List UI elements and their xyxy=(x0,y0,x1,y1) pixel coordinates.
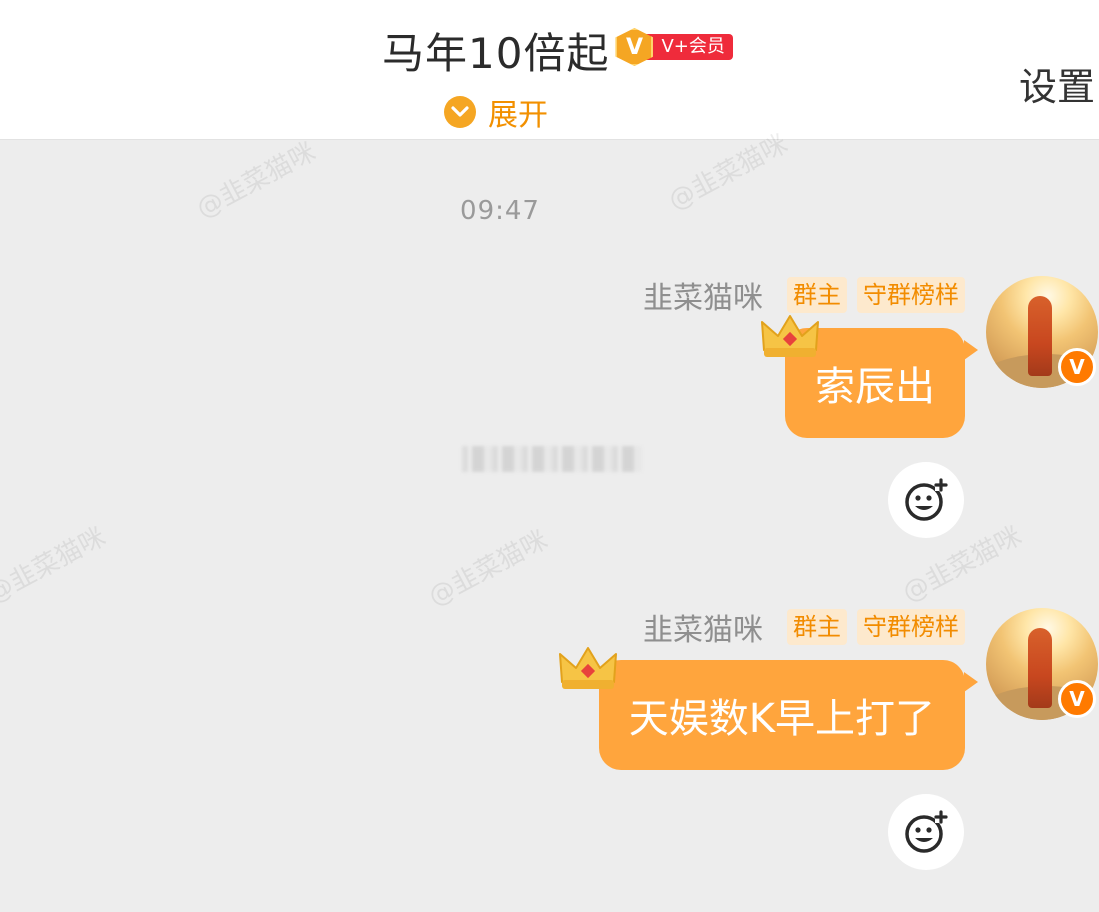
add-reaction-icon xyxy=(905,478,948,521)
message-meta: 韭菜猫咪 群主 守群榜样 xyxy=(643,273,965,317)
chat-message: 韭菜猫咪 群主 守群榜样 V 索辰出 xyxy=(0,273,1099,538)
role-tag-owner: 群主 xyxy=(787,609,847,645)
settings-button[interactable]: 设置 xyxy=(1019,56,1095,111)
group-title: 马年10倍起 xyxy=(382,28,610,78)
add-reaction-icon xyxy=(905,810,948,853)
message-bubble[interactable]: 天娱数K早上打了 xyxy=(598,660,965,770)
add-reaction-button[interactable] xyxy=(888,794,964,870)
bubble-tail xyxy=(964,340,978,360)
role-tag-exemplar: 守群榜样 xyxy=(857,277,965,313)
chat-message: 韭菜猫咪 群主 守群榜样 V 天娱数K早上打了 xyxy=(0,608,1099,878)
message-meta: 韭菜猫咪 群主 守群榜样 xyxy=(643,605,965,649)
message-text: 天娱数K早上打了 xyxy=(628,696,935,742)
vip-badge-label: V+会员 xyxy=(639,34,733,60)
expand-button[interactable]: 展开 xyxy=(444,94,548,133)
chat-header: 马年10倍起 V V+会员 展开 设置 xyxy=(0,0,1099,140)
add-reaction-button[interactable] xyxy=(888,462,964,538)
role-tag-owner: 群主 xyxy=(787,277,847,313)
expand-label: 展开 xyxy=(488,98,548,133)
chat-screen: 马年10倍起 V V+会员 展开 设置 @韭菜猫咪 @韭菜猫咪 @韭菜猫咪 @韭… xyxy=(0,0,1099,912)
role-tag-exemplar: 守群榜样 xyxy=(857,609,965,645)
message-timestamp: 09:47 xyxy=(460,196,540,226)
crown-icon xyxy=(559,647,617,689)
chevron-down-icon xyxy=(444,96,476,128)
sender-name[interactable]: 韭菜猫咪 xyxy=(643,273,763,317)
message-text: 索辰出 xyxy=(815,364,935,410)
title-row[interactable]: 马年10倍起 V V+会员 xyxy=(382,22,733,78)
avatar-figure xyxy=(1028,628,1052,708)
crown-icon xyxy=(761,315,819,357)
avatar-figure xyxy=(1028,296,1052,376)
sender-name[interactable]: 韭菜猫咪 xyxy=(643,605,763,649)
verified-icon: V xyxy=(1058,680,1096,718)
verified-icon: V xyxy=(1058,348,1096,386)
vip-member-badge: V V+会员 xyxy=(615,26,733,66)
blurred-notice xyxy=(462,446,642,472)
bubble-tail xyxy=(964,672,978,692)
